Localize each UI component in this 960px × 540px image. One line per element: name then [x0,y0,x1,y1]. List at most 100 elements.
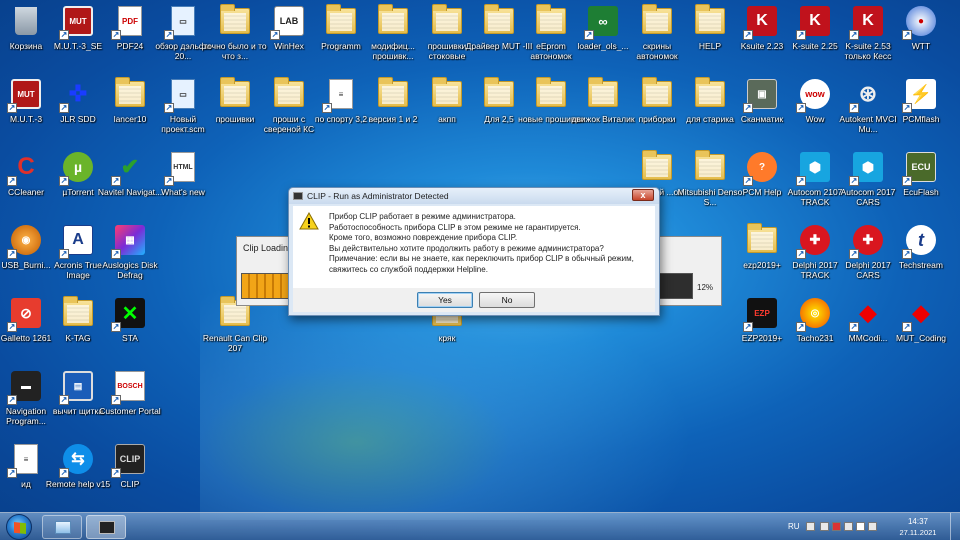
shortcut-arrow-icon: ↗ [59,176,69,186]
explorer-icon [55,521,71,534]
clock-date[interactable]: 27.11.2021 [890,528,946,537]
scanmatik-icon: ▣ ↗ [743,77,779,113]
folder-icon [324,4,358,38]
shortcut-arrow-icon: ↗ [111,468,121,478]
taskbar-item-explorer[interactable] [42,515,82,539]
folder-icon [640,77,674,111]
wtt-icon: ● ↗ [902,4,938,40]
winhex-icon: LAB ↗ [270,4,306,40]
mut-icon: MUT ↗ [59,4,95,40]
shortcut-arrow-icon: ↗ [7,322,17,332]
shortcut-arrow-icon: ↗ [902,176,912,186]
shortcut-arrow-icon: ↗ [7,176,17,186]
tray-app-icon[interactable] [844,522,853,531]
folder-icon [482,77,516,111]
taskbar-item-clip[interactable] [86,515,126,539]
folder-icon [376,77,410,111]
desktop-icon-what-s-new[interactable]: HTML ↗ What's new [148,150,218,220]
document-icon: ≡ ↗ [322,77,358,113]
delphi-icon: ✚ ↗ [849,223,885,259]
shortcut-arrow-icon: ↗ [743,322,753,332]
tray-app-icon[interactable] [820,522,829,531]
folder-icon [534,77,568,111]
shortcut-arrow-icon: ↗ [584,30,594,40]
shortcut-arrow-icon: ↗ [111,249,121,259]
clock-time[interactable]: 14:37 [898,517,938,526]
desktop-icon-clip[interactable]: CLIP ↗ CLIP [95,442,165,512]
folder-icon [586,77,620,111]
shortcut-arrow-icon: ↗ [322,103,332,113]
ezp-icon: EZP ↗ [743,296,779,332]
desktop-icon-sta[interactable]: ✕ ↗ STA [95,296,165,366]
desktop-icon-pcmflash[interactable]: ⚡ ↗ PCMflash [886,77,956,147]
desktop-icon-label: Auslogics Disk Defrag [102,260,158,280]
volume-icon[interactable] [868,522,877,531]
system-tray: RU 14:37 27.11.2021 [780,513,960,540]
mitsubishi-icon: ◆ ↗ [902,300,930,332]
clip-icon [99,521,115,534]
start-button[interactable] [6,514,32,540]
bosch-icon: BOSCH ↗ [111,369,147,405]
shortcut-arrow-icon: ↗ [849,249,859,259]
ecuflash-icon: ECU ↗ [902,150,938,186]
action-center-icon[interactable] [832,522,841,531]
shortcut-arrow-icon: ↗ [7,103,17,113]
shortcut-arrow-icon: ↗ [59,103,69,113]
folder-icon [534,4,568,38]
folder-icon [218,77,252,111]
dialog-close-button[interactable]: x [632,189,654,201]
shortcut-arrow-icon: ↗ [902,103,912,113]
desktop-icon-wtt[interactable]: ● ↗ WTT [886,4,956,74]
monitor-icon: ▤ ↗ [59,369,95,405]
loader-progress-label: 12% [697,283,714,292]
folder-icon [430,77,464,111]
shortcut-arrow-icon: ↗ [796,176,806,186]
document-icon: ≡ ↗ [7,442,43,478]
loader-icon: ∞ ↗ [584,4,620,40]
desktop-icon-customer-portal[interactable]: BOSCH ↗ Customer Portal [95,369,165,439]
shortcut-arrow-icon: ↗ [796,322,806,332]
yes-button[interactable]: Yes [417,292,473,308]
shortcut-arrow-icon: ↗ [796,103,806,113]
dialog-message-line: Примечание: если вы не знаете, как перек… [329,254,634,263]
no-button[interactable]: No [479,292,535,308]
desktop-icon-label: What's new [161,187,205,197]
language-indicator[interactable]: RU [788,522,800,531]
show-desktop-button[interactable] [950,513,960,540]
desktop-icon-techstream[interactable]: t ↗ Techstream [886,223,956,293]
dialog-titlebar[interactable]: CLIP - Run as Administrator Detected x [289,188,659,204]
mitsubishi-icon: ◆ ↗ [849,300,877,332]
dialog-message-line: свяжитесь со службой поддержки Helpline. [329,264,488,274]
desktop-icon-auslogics-disk-defrag[interactable]: ▦ ↗ Auslogics Disk Defrag [95,223,165,293]
briefcase-icon: ▬ ↗ [7,369,43,405]
navitel-icon: ✔ ↗ [111,154,140,186]
acronis-icon: A ↗ [59,223,95,259]
shortcut-arrow-icon: ↗ [164,176,174,186]
desktop-icon-ecuflash[interactable]: ECU ↗ EcuFlash [886,150,956,220]
desktop-icon-renault-can-clip-207[interactable]: Renault Can Clip 207 [200,296,270,366]
shortcut-arrow-icon: ↗ [796,249,806,259]
dialog-body: Прибор CLIP работает в режиме администра… [293,206,655,312]
jlr-icon: ✜ ↗ [59,81,88,113]
desktop-icon-label: кряк [438,333,456,343]
desktop-icon-label: PCMflash [902,114,940,124]
wow-icon: wow ↗ [796,77,832,113]
shortcut-arrow-icon: ↗ [164,30,174,40]
computer-icon: ▭ ↗ [164,4,200,40]
recycle-bin-icon [9,4,43,38]
shortcut-arrow-icon: ↗ [743,103,753,113]
desktop-icon-mut-coding[interactable]: ◆ ↗ MUT_Coding [886,296,956,366]
shortcut-arrow-icon: ↗ [164,103,174,113]
clip-app-icon [293,192,303,200]
folder-icon [113,77,147,111]
network-icon[interactable] [856,522,865,531]
shortcut-arrow-icon: ↗ [902,322,912,332]
shortcut-arrow-icon: ↗ [7,249,17,259]
shortcut-arrow-icon: ↗ [849,103,859,113]
folder-icon [218,4,252,38]
desktop-icon-label: STA [122,333,138,343]
folder-icon [693,150,727,184]
show-hidden-icons-icon[interactable] [806,522,815,531]
pcm-help-icon: ? ↗ [743,150,779,186]
shortcut-arrow-icon: ↗ [849,176,859,186]
